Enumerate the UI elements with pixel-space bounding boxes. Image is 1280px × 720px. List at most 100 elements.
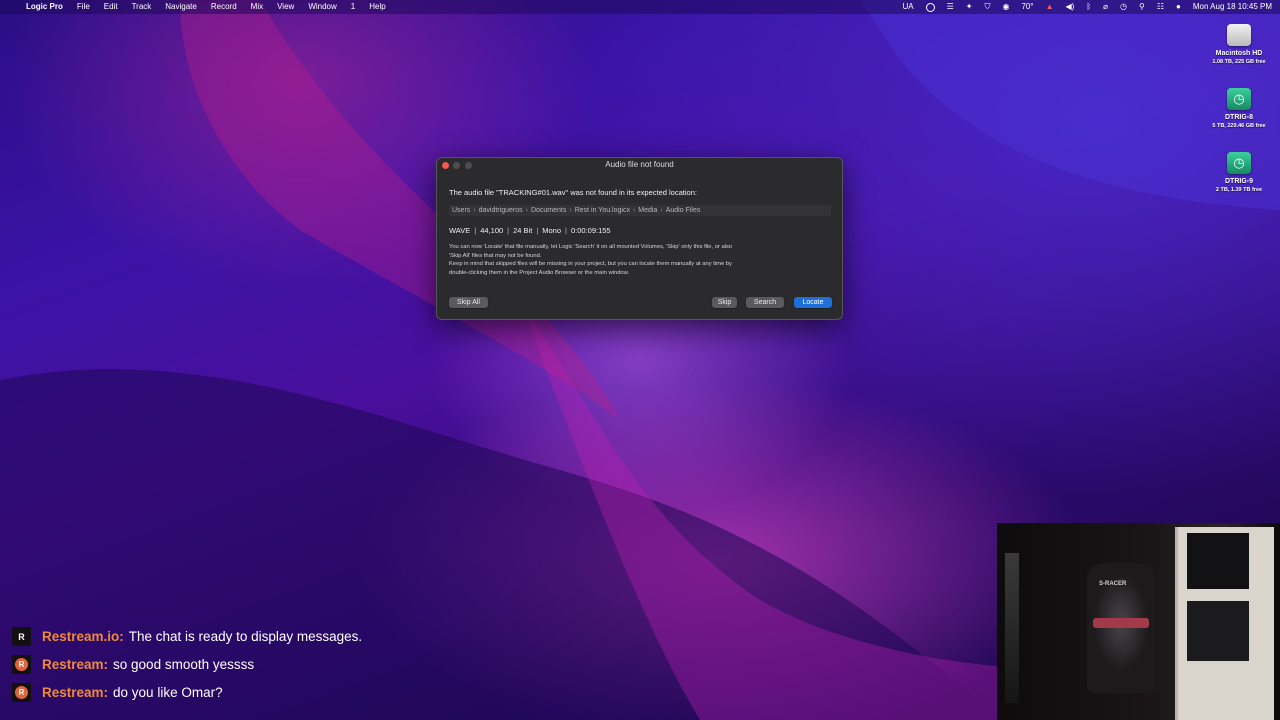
door-window-pane — [1187, 601, 1249, 661]
menu-track[interactable]: Track — [132, 0, 152, 14]
drive-size: 5 TB, 229.46 GB free — [1212, 123, 1266, 129]
path-item: davidtrigueros — [478, 207, 523, 214]
dialog-description: You can now 'Locate' that file manually,… — [449, 243, 829, 277]
chat-text: do you like Omar? — [113, 685, 223, 700]
info-separator: | — [474, 226, 477, 235]
chat-message: R Restream: so good smooth yessss — [12, 654, 362, 675]
path-item: Documents — [530, 207, 567, 214]
desktop-drive-dtrig-9[interactable]: ◷ DTRIG-9 2 TB, 1.39 TB free — [1199, 152, 1279, 194]
description-line: Keep in mind that skipped files will be … — [449, 261, 732, 268]
desktop-drive-dtrig-8[interactable]: ◷ DTRIG-8 5 TB, 229.46 GB free — [1199, 88, 1279, 130]
webcam-lamp — [1005, 553, 1019, 703]
menu-file[interactable]: File — [77, 0, 90, 14]
menu-view[interactable]: View — [277, 0, 294, 14]
dialog-message: The audio file "TRACKING#01.wav" was not… — [449, 188, 697, 197]
webcam-chair: S-RACER — [1087, 563, 1155, 693]
webcam-feed: S-RACER — [997, 523, 1280, 720]
file-format: WAVE — [449, 226, 471, 235]
avatar-letter: R — [15, 658, 28, 671]
audio-file-not-found-dialog: Audio file not found The audio file "TRA… — [436, 157, 843, 320]
menu-extra-icon[interactable]: ☰ — [947, 0, 954, 14]
app-status-icon[interactable]: ◉ — [1002, 0, 1009, 14]
shield-icon[interactable]: ⛉ — [984, 0, 990, 14]
dialog-titlebar: Audio file not found — [437, 158, 842, 172]
chat-text: so good smooth yessss — [113, 657, 255, 672]
menubar-clock[interactable]: Mon Aug 18 10:45 PM — [1193, 0, 1272, 14]
menu-bar: Logic Pro File Edit Track Navigate Recor… — [0, 0, 1280, 14]
locate-button[interactable]: Locate — [794, 297, 832, 308]
minimize-button — [453, 162, 460, 169]
skip-button[interactable]: Skip — [712, 297, 737, 308]
restream-avatar-icon: R — [12, 683, 31, 702]
description-line: 'Skip All' files that may not be found. — [449, 252, 542, 259]
wifi-off-icon[interactable]: ⌀ — [1103, 0, 1108, 14]
hard-drive-icon — [1227, 24, 1251, 46]
zoom-button — [465, 162, 472, 169]
dropbox-icon[interactable]: ✦ — [966, 0, 973, 14]
input-source-indicator[interactable]: UA — [902, 0, 913, 14]
restream-avatar-icon: R — [12, 627, 31, 646]
chair-label: S-RACER — [1099, 581, 1127, 587]
path-separator: › — [525, 207, 528, 214]
chat-message: R Restream: do you like Omar? — [12, 682, 362, 703]
drive-size: 2 TB, 1.39 TB free — [1215, 187, 1263, 193]
path-separator: › — [473, 207, 476, 214]
bit-depth: 24 Bit — [513, 226, 533, 235]
weather-temperature[interactable]: 70° — [1021, 0, 1033, 14]
menu-mix[interactable]: Mix — [251, 0, 263, 14]
path-item: Users — [452, 207, 471, 214]
info-separator: | — [507, 226, 510, 235]
description-line: double-clicking them in the Project Audi… — [449, 269, 630, 276]
channel-mode: Mono — [542, 226, 562, 235]
menu-app-name[interactable]: Logic Pro — [26, 0, 63, 14]
sync-icon[interactable] — [925, 2, 935, 12]
menu-window[interactable]: Window — [308, 0, 336, 14]
bluetooth-icon[interactable]: ᛒ — [1086, 0, 1091, 14]
drive-name: Macintosh HD — [1215, 50, 1263, 57]
chat-author: Restream: — [42, 685, 109, 700]
warning-icon[interactable]: ▲ — [1046, 0, 1054, 14]
path-separator: › — [660, 207, 663, 214]
chat-author: Restream: — [42, 657, 109, 672]
control-center-icon[interactable]: ☷ — [1157, 0, 1164, 14]
siri-icon[interactable]: ● — [1176, 0, 1181, 14]
desktop-drive-macintosh-hd[interactable]: Macintosh HD 1.08 TB, 225 GB free — [1199, 24, 1279, 66]
menu-record[interactable]: Record — [211, 0, 237, 14]
path-item: Audio Files — [665, 207, 701, 214]
time-machine-drive-icon: ◷ — [1227, 152, 1251, 174]
drive-name: DTRIG-8 — [1225, 114, 1253, 121]
volume-icon[interactable]: ◀) — [1066, 0, 1075, 14]
skip-all-button[interactable]: Skip All — [449, 297, 488, 308]
close-button[interactable] — [442, 162, 449, 169]
sample-rate: 44,100 — [480, 226, 504, 235]
drive-size: 1.08 TB, 225 GB free — [1212, 59, 1266, 65]
file-duration: 0:00:09:155 — [570, 226, 611, 235]
menu-edit[interactable]: Edit — [104, 0, 118, 14]
chat-author: Restream.io: — [42, 629, 124, 644]
drive-name: DTRIG-9 — [1225, 178, 1253, 185]
path-separator: › — [632, 207, 636, 214]
restream-avatar-icon: R — [12, 655, 31, 674]
path-item: Rest in You.logicx — [574, 207, 630, 214]
menu-navigate[interactable]: Navigate — [165, 0, 197, 14]
chat-text: The chat is ready to display messages. — [128, 629, 363, 644]
description-line: You can now 'Locate' that file manually,… — [449, 244, 733, 250]
time-machine-icon[interactable]: ◷ — [1120, 0, 1127, 14]
path-item: Media — [638, 207, 658, 214]
menu-help[interactable]: Help — [369, 0, 385, 14]
dialog-title: Audio file not found — [605, 160, 674, 169]
stream-chat-overlay: R Restream.io: The chat is ready to disp… — [12, 626, 362, 710]
info-separator: | — [565, 226, 567, 235]
door-window-pane — [1187, 533, 1249, 589]
search-button[interactable]: Search — [746, 297, 784, 308]
avatar-letter: R — [15, 686, 28, 699]
info-separator: | — [536, 226, 539, 235]
search-icon[interactable]: ⚲ — [1139, 0, 1145, 14]
file-info: WAVE | 44,100 | 24 Bit | Mono | 0:00:09:155 — [449, 226, 611, 235]
time-machine-drive-icon: ◷ — [1227, 88, 1251, 110]
chat-message: R Restream.io: The chat is ready to disp… — [12, 626, 362, 647]
file-path-bar: Users › davidtrigueros › Documents › Rest in Y… — [449, 205, 831, 216]
chair-accent — [1093, 618, 1149, 628]
menu-1[interactable]: 1 — [351, 0, 355, 14]
path-separator: › — [569, 207, 572, 214]
